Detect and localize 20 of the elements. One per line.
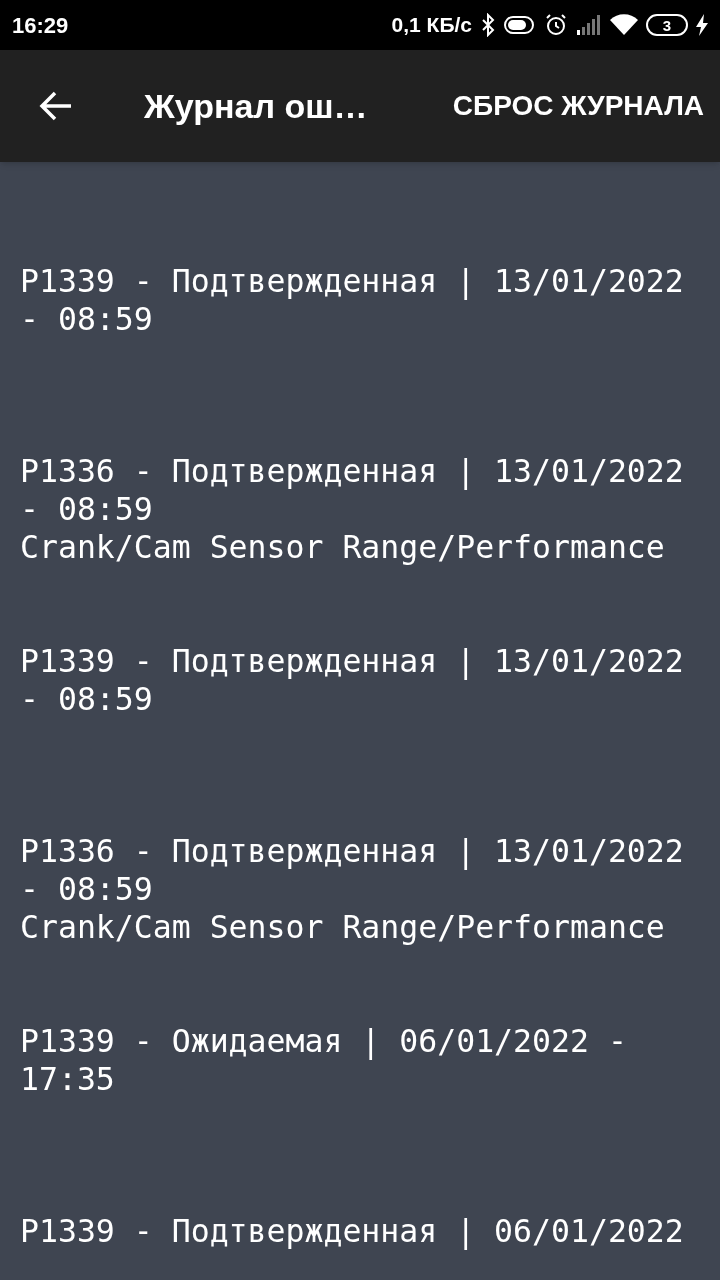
error-description: Crank/Cam Sensor Range/Performance <box>20 528 666 566</box>
error-entry-line: P1336 - Подтвержденная | 13/01/2022 - 08:59 <box>20 832 685 908</box>
battery-icon: 3 <box>646 14 688 36</box>
error-entry-line: P1339 - Подтвержденная | 13/01/2022 - 08:59 <box>20 262 685 338</box>
alarm-icon <box>544 13 568 37</box>
toggle-icon <box>504 15 536 35</box>
error-entry-line: P1339 - Подтвержденная | 06/01/2022 <box>20 1212 685 1250</box>
back-arrow-icon <box>39 91 73 121</box>
charging-icon <box>696 14 708 36</box>
bluetooth-icon <box>480 13 496 37</box>
wifi-icon <box>610 14 638 36</box>
signal-icon <box>576 14 602 36</box>
reset-log-button[interactable]: СБРОС ЖУРНАЛА <box>452 85 704 127</box>
clock: 16:29 <box>12 11 69 40</box>
error-entry-line: P1336 - Подтвержденная | 13/01/2022 - 08:59 <box>20 452 685 528</box>
network-speed: 0,1 КБ/с <box>391 12 472 39</box>
error-entry-line: P1339 - Ожидаемая | 06/01/2022 - 17:35 <box>20 1022 628 1098</box>
error-description: Crank/Cam Sensor Range/Performance <box>20 908 666 946</box>
error-entry-line: P1339 - Подтвержденная | 13/01/2022 - 08:59 <box>20 642 685 718</box>
screen-title: Журнал ош… <box>144 85 368 127</box>
